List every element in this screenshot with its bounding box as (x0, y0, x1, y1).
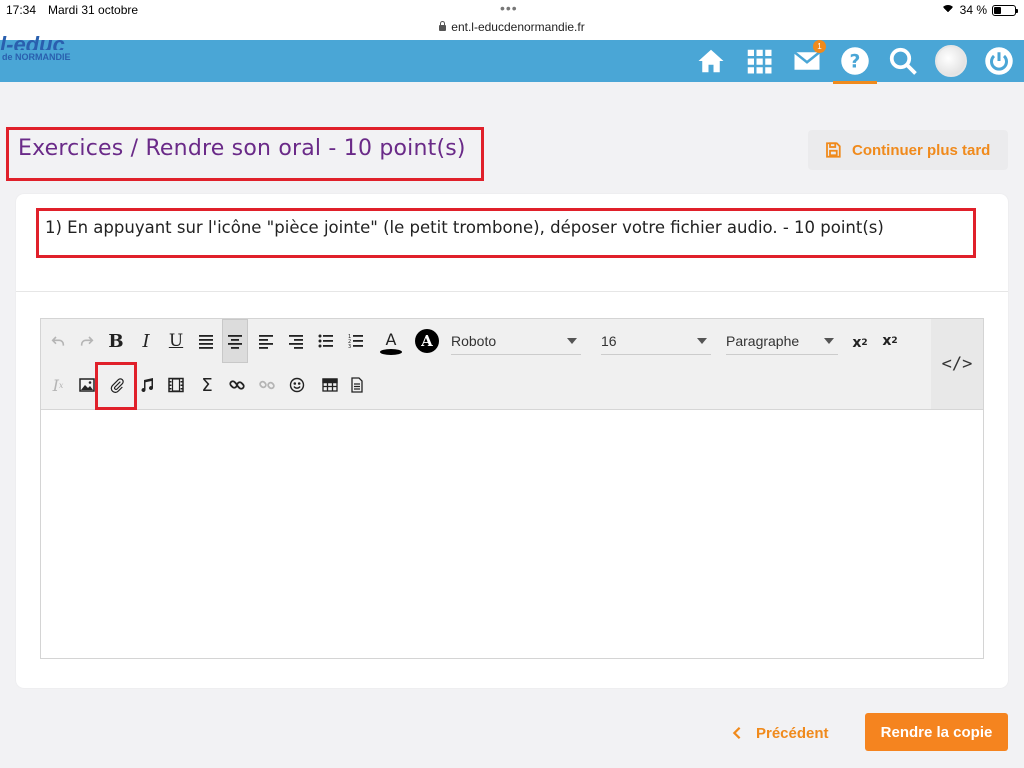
video-icon[interactable] (163, 372, 189, 398)
chevron-down-icon (567, 337, 577, 344)
emoji-icon[interactable] (284, 372, 310, 398)
chevron-down-icon (824, 337, 834, 344)
link-icon[interactable] (224, 372, 250, 398)
background-color-icon[interactable]: A (414, 328, 440, 354)
justify-icon[interactable] (193, 328, 219, 354)
editor-content[interactable] (41, 410, 983, 658)
help-icon[interactable]: ? (833, 44, 877, 84)
previous-label: Précédent (756, 724, 829, 742)
save-icon (826, 142, 841, 158)
avatar[interactable] (934, 44, 968, 78)
attachment-highlight (95, 362, 137, 410)
svg-text:A: A (420, 332, 433, 350)
page-title: Exercices / Rendre son oral - 10 point(s… (18, 136, 466, 161)
question-highlight: 1) En appuyant sur l'icône "pièce jointe… (36, 208, 976, 258)
clear-format-icon[interactable]: Ix (45, 372, 71, 398)
apps-grid-icon[interactable] (742, 44, 776, 78)
url-text: ent.l-educdenormandie.fr (451, 20, 585, 34)
mail-badge: 1 (813, 40, 826, 53)
unlink-icon[interactable] (254, 372, 280, 398)
continue-later-label: Continuer plus tard (852, 141, 991, 159)
header-nav: 1 ? (694, 40, 1016, 84)
block-format-value: Paragraphe (726, 332, 800, 349)
svg-text:A: A (386, 330, 397, 349)
home-icon[interactable] (694, 44, 728, 78)
status-date: Mardi 31 octobre (48, 3, 139, 17)
battery-icon (992, 4, 1018, 16)
align-left-icon[interactable] (253, 328, 279, 354)
font-family-value: Roboto (451, 332, 497, 349)
previous-button[interactable]: Précédent (730, 714, 829, 752)
align-right-icon[interactable] (283, 328, 309, 354)
ios-status-bar: 17:34 Mardi 31 octobre ••• ent.l-educden… (0, 0, 1024, 40)
font-size-value: 16 (601, 332, 617, 349)
template-icon[interactable] (344, 372, 370, 398)
audio-icon[interactable] (134, 372, 160, 398)
font-size-select[interactable]: 16 (601, 327, 711, 355)
address-bar[interactable]: ent.l-educdenormandie.fr (0, 20, 1024, 34)
logo[interactable]: l-educ (0, 36, 65, 50)
divider (16, 291, 1008, 292)
italic-icon[interactable]: I (133, 328, 159, 354)
numbered-list-icon[interactable]: 123 (343, 328, 369, 354)
underline-icon[interactable]: U (163, 328, 189, 354)
chevron-left-icon (732, 726, 741, 740)
formula-icon[interactable]: Σ (194, 372, 220, 398)
continue-later-button[interactable]: Continuer plus tard (808, 130, 1008, 170)
redo-icon[interactable] (74, 328, 100, 354)
battery-percent: 34 % (959, 3, 987, 17)
text-color-icon[interactable]: A (377, 328, 405, 358)
status-time: 17:34 (6, 3, 37, 17)
power-icon[interactable] (982, 44, 1016, 78)
align-center-icon[interactable] (222, 319, 248, 363)
logo-subtitle: de NORMANDIE (2, 52, 71, 62)
wifi-icon (940, 5, 955, 19)
table-icon[interactable] (317, 372, 343, 398)
more-dots-icon[interactable]: ••• (500, 0, 518, 16)
rich-text-editor: B I U 123 A A Roboto 16 Paragraphe x 2 x… (40, 318, 984, 659)
font-family-select[interactable]: Roboto (451, 327, 581, 355)
svg-text:?: ? (850, 51, 861, 72)
bold-icon[interactable]: B (103, 328, 129, 354)
superscript-icon[interactable]: x2 (877, 328, 903, 354)
source-code-button[interactable]: </> (931, 319, 983, 409)
submit-button[interactable]: Rendre la copie (865, 713, 1008, 751)
subscript-icon[interactable]: x2 (847, 330, 873, 356)
question-text: 1) En appuyant sur l'icône "pièce jointe… (45, 218, 884, 237)
block-format-select[interactable]: Paragraphe (726, 327, 838, 355)
status-indicators: 34 % (940, 3, 1018, 19)
editor-toolbar: B I U 123 A A Roboto 16 Paragraphe x 2 x… (41, 319, 983, 410)
chevron-down-icon (697, 337, 707, 344)
search-icon[interactable] (886, 44, 920, 78)
bullet-list-icon[interactable] (313, 328, 339, 354)
lock-icon (439, 21, 447, 31)
title-highlight: Exercices / Rendre son oral - 10 point(s… (6, 127, 484, 181)
svg-text:3: 3 (348, 344, 351, 349)
mail-icon[interactable]: 1 (790, 40, 826, 78)
undo-icon[interactable] (45, 328, 71, 354)
